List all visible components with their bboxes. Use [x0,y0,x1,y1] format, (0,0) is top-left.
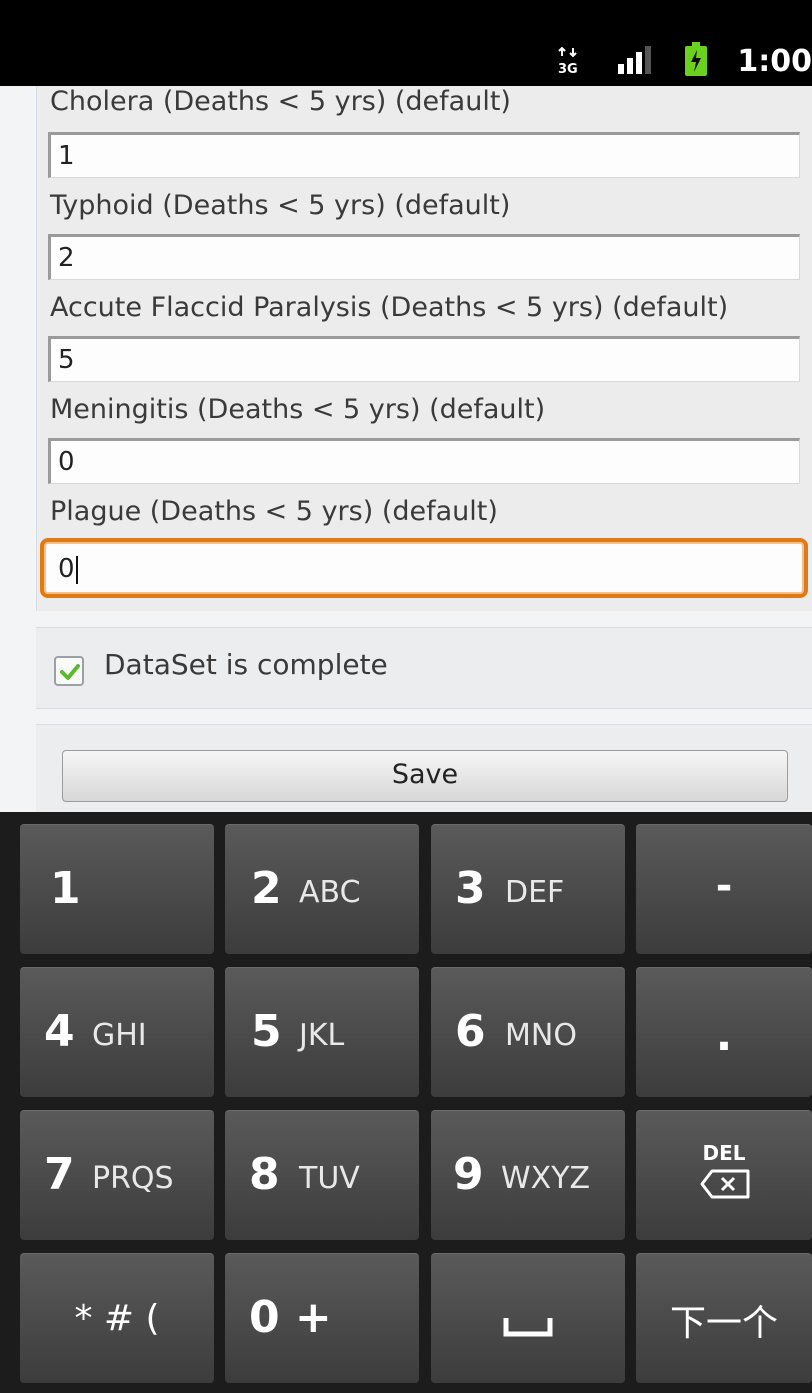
key-symbols-label: * # ( [74,1298,160,1339]
plague-input-value: 0 [58,554,75,584]
key-4-letters: GHI [92,1018,147,1053]
key-5-label: 5 [251,1006,282,1057]
key-delete-label: DEL [702,1141,746,1165]
key-6-letters: MNO [505,1018,577,1053]
key-0[interactable]: 0 + [225,1253,419,1383]
key-minus[interactable]: - [636,824,812,954]
key-6[interactable]: 6 MNO [431,967,625,1097]
typhoid-input[interactable]: 2 [48,234,800,280]
save-row: Save [36,724,812,812]
device-screen: 3G 1:00 Cholera (Deaths < 5 yrs) (defaul… [0,0,812,1393]
key-minus-label: - [715,863,733,909]
key-1-label: 1 [50,863,81,914]
backspace-icon [700,1169,750,1199]
complete-row: DataSet is complete [36,627,812,709]
key-2[interactable]: 2 ABC [225,824,419,954]
key-3-label: 3 [455,863,486,914]
key-3[interactable]: 3 DEF [431,824,625,954]
complete-checkbox[interactable] [54,656,84,686]
field-label-cholera: Cholera (Deaths < 5 yrs) (default) [50,86,511,117]
plague-input[interactable]: 0 [40,538,808,598]
key-symbols[interactable]: * # ( [20,1253,214,1383]
text-caret [75,555,78,584]
key-period[interactable]: . [636,967,812,1097]
network-type-label: 3G [558,62,578,76]
key-next-label: 下一个 [669,1303,778,1344]
key-0-label: 0 + [249,1292,332,1343]
key-2-letters: ABC [299,875,361,910]
key-8[interactable]: 8 TUV [225,1110,419,1240]
field-label-afp: Accute Flaccid Paralysis (Deaths < 5 yrs… [50,292,729,323]
status-bar: 3G 1:00 [0,0,812,86]
key-4[interactable]: 4 GHI [20,967,214,1097]
key-delete[interactable]: DEL [636,1110,812,1240]
signal-icon [618,46,652,74]
key-7-label: 7 [44,1149,75,1200]
network-3g-icon: 3G [558,46,580,77]
key-5-letters: JKL [299,1018,345,1053]
numeric-keyboard: 1 2 ABC 3 DEF - 4 GHI 5 JKL 6 MNO . 7 PR… [0,812,812,1393]
key-4-label: 4 [44,1006,75,1057]
field-label-typhoid: Typhoid (Deaths < 5 yrs) (default) [50,190,511,221]
key-9-letters: WXYZ [501,1161,591,1196]
battery-charging-icon [685,42,707,76]
key-9-label: 9 [453,1149,484,1200]
key-8-label: 8 [249,1149,280,1200]
key-space[interactable] [431,1253,625,1383]
clock: 1:00 [737,44,812,79]
key-9[interactable]: 9 WXYZ [431,1110,625,1240]
key-1[interactable]: 1 [20,824,214,954]
data-entry-form: Cholera (Deaths < 5 yrs) (default) 1 Typ… [0,86,812,812]
key-6-label: 6 [455,1006,486,1057]
space-bar-icon [503,1318,553,1337]
key-5[interactable]: 5 JKL [225,967,419,1097]
save-button[interactable]: Save [62,750,788,802]
field-label-plague: Plague (Deaths < 5 yrs) (default) [50,496,498,527]
key-period-label: . [715,1010,733,1061]
afp-input[interactable]: 5 [48,336,800,382]
key-2-label: 2 [251,863,282,914]
cholera-input[interactable]: 1 [48,132,800,178]
key-next[interactable]: 下一个 [636,1253,812,1383]
checkmark-icon [60,664,80,680]
key-7[interactable]: 7 PRQS [20,1110,214,1240]
key-7-letters: PRQS [92,1161,174,1196]
field-label-meningitis: Meningitis (Deaths < 5 yrs) (default) [50,394,546,425]
complete-label: DataSet is complete [104,648,388,681]
key-8-letters: TUV [299,1161,360,1196]
meningitis-input[interactable]: 0 [48,438,800,484]
key-3-letters: DEF [505,875,565,910]
